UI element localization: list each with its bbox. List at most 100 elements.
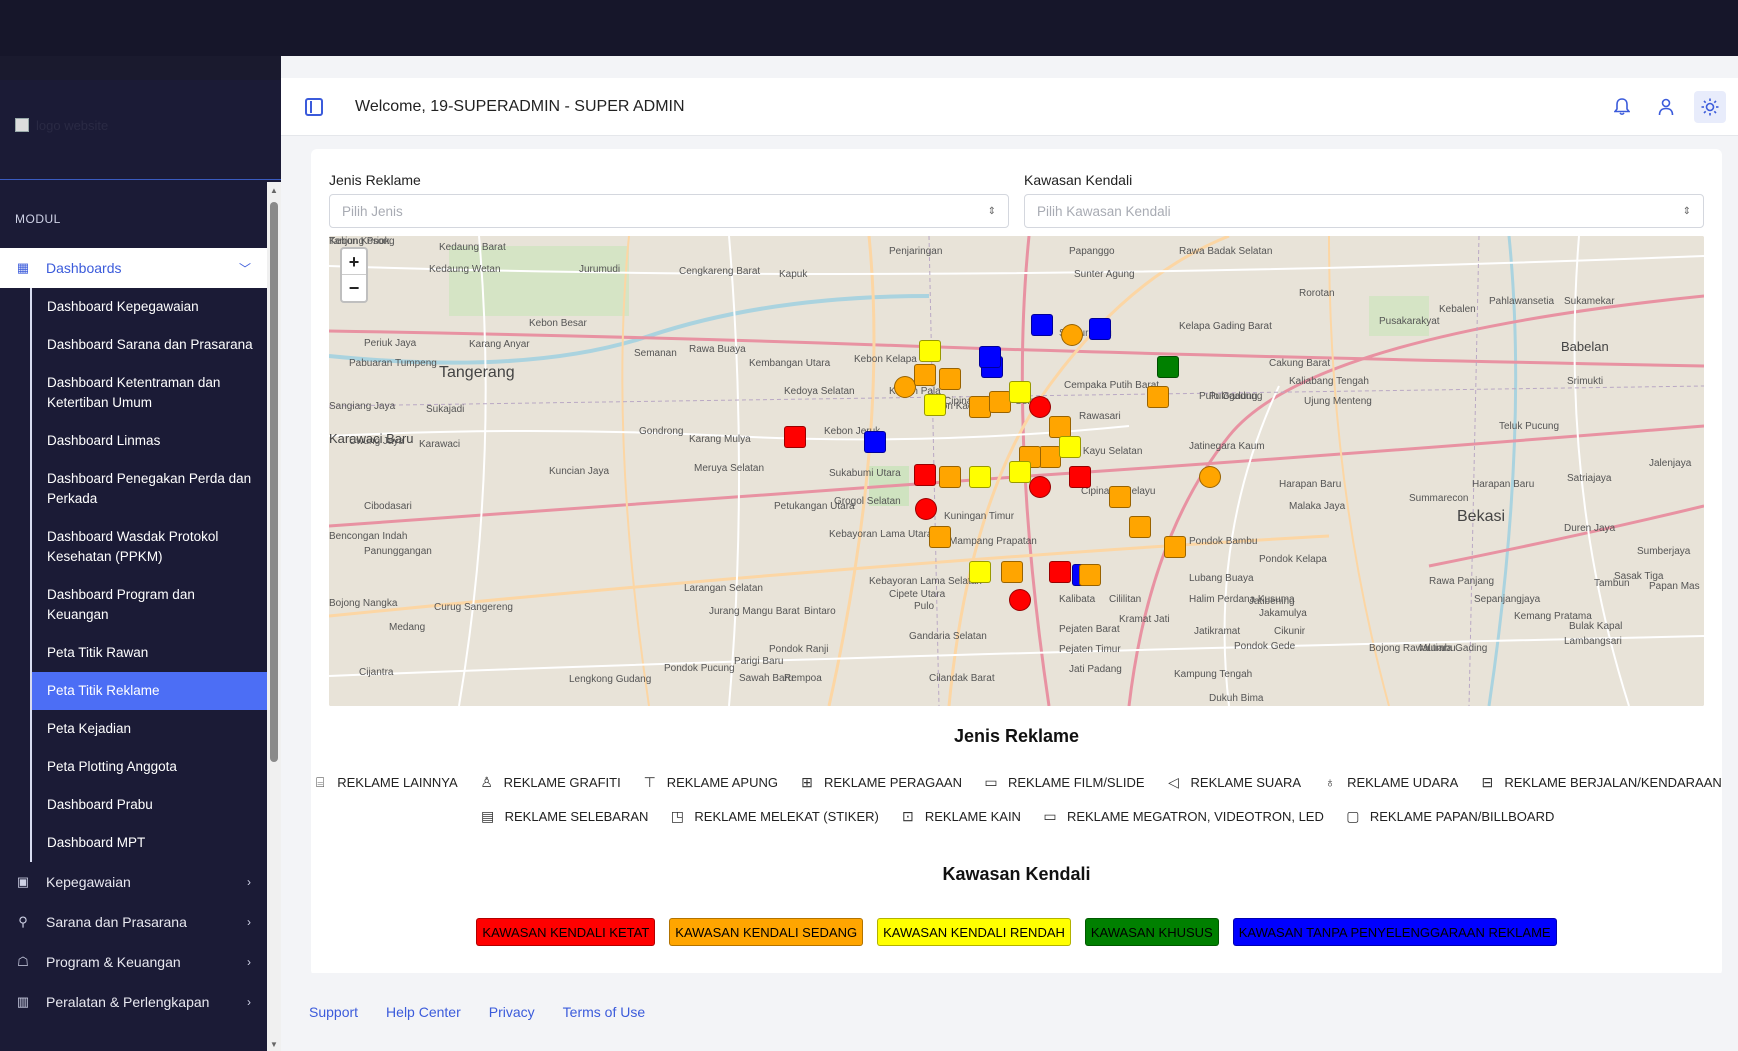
select-arrows-icon: ⇕ xyxy=(987,205,996,217)
scroll-down-icon[interactable]: ▼ xyxy=(270,1040,278,1049)
reklame-marker[interactable] xyxy=(1001,561,1023,583)
jenis-select[interactable]: Pilih Jenis ⇕ xyxy=(329,194,1009,228)
reklame-marker[interactable] xyxy=(939,466,961,488)
reklame-marker[interactable] xyxy=(784,426,806,448)
menu-peralatan[interactable]: ▥ Peralatan & Perlengkapan › xyxy=(0,982,281,1022)
map-place-label: Bulak Kapal xyxy=(1569,621,1623,632)
jenis-legend-label: REKLAME FILM/SLIDE xyxy=(1007,774,1145,790)
sidebar-item-dashboard-prabu[interactable]: Dashboard Prabu xyxy=(32,786,267,824)
reklame-marker[interactable] xyxy=(919,340,941,362)
map-place-label: Lengkong Gudang xyxy=(569,674,652,685)
sidebar-item-peta-titik-reklame[interactable]: Peta Titik Reklame xyxy=(32,672,267,710)
scroll-up-icon[interactable]: ▲ xyxy=(270,186,278,195)
reklame-marker[interactable] xyxy=(1199,466,1221,488)
sidebar-item-dashboard-ketentraman[interactable]: Dashboard Ketentraman dan Ketertiban Umu… xyxy=(32,364,267,422)
kawasan-select[interactable]: Pilih Kawasan Kendali ⇕ xyxy=(1024,194,1704,228)
speaker-icon: ◁ xyxy=(1168,774,1179,790)
reklame-marker[interactable] xyxy=(1129,516,1151,538)
sidebar-item-peta-plotting[interactable]: Peta Plotting Anggota xyxy=(32,748,267,786)
sidebar-item-dashboard-penegakan[interactable]: Dashboard Penegakan Perda dan Perkada xyxy=(32,460,267,518)
reklame-marker[interactable] xyxy=(914,464,936,486)
reklame-marker[interactable] xyxy=(969,466,991,488)
sidebar-logo[interactable]: logo website xyxy=(0,80,281,180)
reklame-marker[interactable] xyxy=(1009,589,1031,611)
menu-program[interactable]: ☖ Program & Keuangan › xyxy=(0,942,281,982)
reklame-marker[interactable] xyxy=(939,368,961,390)
scrollbar-thumb[interactable] xyxy=(270,202,278,762)
reklame-marker[interactable] xyxy=(979,346,1001,368)
map-place-label: Kedaung Wetan xyxy=(429,264,501,275)
map-place-label: Jalenjaya xyxy=(1649,458,1692,469)
reklame-marker[interactable] xyxy=(864,431,886,453)
jenis-legend-label: REKLAME LAINNYA xyxy=(337,774,458,790)
reklame-marker[interactable] xyxy=(1147,386,1169,408)
map-view[interactable]: + − Tangerang Karawaci Baru Bekasi Babelan K… xyxy=(329,236,1704,706)
map-place-label: Uwung Jaya xyxy=(349,436,405,447)
reklame-marker[interactable] xyxy=(1061,324,1083,346)
map-place-label: Pejaten Barat xyxy=(1059,624,1120,635)
kawasan-legend-badge: KAWASAN TANPA PENYELENGGARAAN REKLAME xyxy=(1232,918,1557,946)
monitor-icon: ▭ xyxy=(1043,808,1057,824)
map-place-label: Kemang Pratama xyxy=(1514,611,1592,622)
sidebar-toggle-icon[interactable] xyxy=(305,97,323,116)
reklame-marker[interactable] xyxy=(1164,536,1186,558)
menu-sarana[interactable]: ⚲ Sarana dan Prasarana › xyxy=(0,902,281,942)
footer-link-help-center[interactable]: Help Center xyxy=(386,1004,461,1020)
sidebar-item-dashboard-program[interactable]: Dashboard Program dan Keuangan xyxy=(32,576,267,634)
footer-link-support[interactable]: Support xyxy=(309,1004,358,1020)
reklame-marker[interactable] xyxy=(1069,466,1091,488)
map-place-label: Kebayoran Lama Selatan xyxy=(869,576,982,587)
reklame-marker[interactable] xyxy=(1089,318,1111,340)
menu-sarana-label: Sarana dan Prasarana xyxy=(46,914,187,930)
menu-kepegawaian[interactable]: ▣ Kepegawaian › xyxy=(0,862,281,902)
sidebar-item-peta-kejadian[interactable]: Peta Kejadian xyxy=(32,710,267,748)
sidebar-item-dashboard-sarana[interactable]: Dashboard Sarana dan Prasarana xyxy=(32,326,267,364)
reklame-marker[interactable] xyxy=(1031,314,1053,336)
reklame-marker[interactable] xyxy=(969,396,991,418)
map-place-label: Cikunir xyxy=(1274,626,1306,637)
footer-link-privacy[interactable]: Privacy xyxy=(489,1004,535,1020)
reklame-marker[interactable] xyxy=(1009,381,1031,403)
map-place-label: Rawa Buaya xyxy=(689,344,746,355)
sidebar-item-dashboard-wasdak[interactable]: Dashboard Wasdak Protokol Kesehatan (PPK… xyxy=(32,518,267,576)
map-place-label: Cakung Barat xyxy=(1269,358,1331,369)
sidebar-item-peta-titik-rawan[interactable]: Peta Titik Rawan xyxy=(32,634,267,672)
reklame-marker[interactable] xyxy=(914,364,936,386)
sidebar-item-dashboard-mpt[interactable]: Dashboard MPT xyxy=(32,824,267,862)
reklame-marker[interactable] xyxy=(1009,461,1031,483)
reklame-marker[interactable] xyxy=(969,561,991,583)
reklame-marker[interactable] xyxy=(1029,396,1051,418)
reklame-marker[interactable] xyxy=(1157,356,1179,378)
reklame-marker[interactable] xyxy=(989,391,1011,413)
sidebar-item-dashboard-kepegawaian[interactable]: Dashboard Kepegawaian xyxy=(32,288,267,326)
menu-dashboards[interactable]: ▦ Dashboards ﹀ xyxy=(0,248,281,288)
reklame-marker[interactable] xyxy=(1059,436,1081,458)
jenis-legend-label: REKLAME BERJALAN/KENDARAAN xyxy=(1504,774,1722,790)
sidebar-scrollbar[interactable]: ▲ ▼ xyxy=(267,182,281,1051)
bell-icon[interactable] xyxy=(1606,91,1638,123)
reklame-marker[interactable] xyxy=(915,498,937,520)
reklame-marker[interactable] xyxy=(1029,476,1051,498)
jenis-filter-label: Jenis Reklame xyxy=(329,172,421,188)
sun-icon[interactable] xyxy=(1694,91,1726,123)
map-place-label: Kedoya Selatan xyxy=(784,386,855,397)
reklame-marker[interactable] xyxy=(1049,561,1071,583)
map-place-label: Pejaten Timur xyxy=(1059,644,1121,655)
map-place-label: Kembangan Utara xyxy=(749,358,831,369)
reklame-marker[interactable] xyxy=(924,394,946,416)
user-icon[interactable] xyxy=(1650,91,1682,123)
map-place-label: Kedaung Barat xyxy=(439,242,506,253)
zoom-out-button[interactable]: − xyxy=(342,275,366,301)
footer-link-terms[interactable]: Terms of Use xyxy=(563,1004,645,1020)
reklame-marker[interactable] xyxy=(1109,486,1131,508)
reklame-marker[interactable] xyxy=(894,376,916,398)
reklame-marker[interactable] xyxy=(1049,416,1071,438)
reklame-marker[interactable] xyxy=(929,526,951,548)
reklame-marker[interactable] xyxy=(1039,446,1061,468)
reklame-marker[interactable] xyxy=(1079,564,1101,586)
map-place-label: Kebon Kosong xyxy=(329,236,395,247)
jenis-legend-item: ◁ REKLAME SUARA xyxy=(1165,773,1301,791)
sidebar-item-dashboard-linmas[interactable]: Dashboard Linmas xyxy=(32,422,267,460)
zoom-in-button[interactable]: + xyxy=(342,249,366,275)
jenis-legend-item: ▢ REKLAME PAPAN/BILLBOARD xyxy=(1344,807,1554,825)
